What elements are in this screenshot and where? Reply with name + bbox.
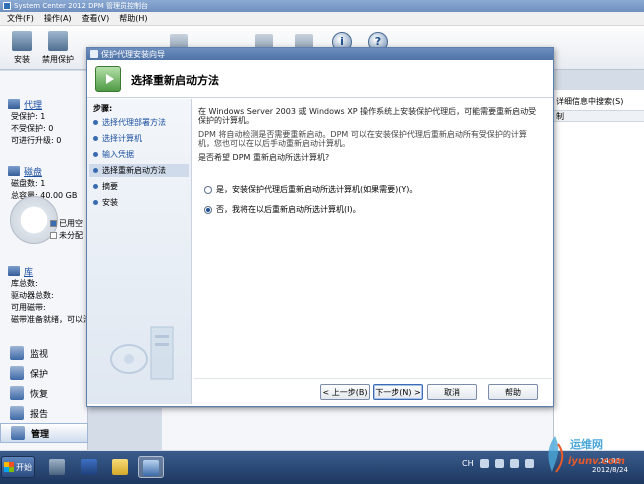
- library-available-tapes: 可用磁带:: [11, 303, 46, 312]
- legend-unallocated: 未分配: [50, 230, 83, 241]
- step-credentials[interactable]: 输入凭据: [93, 148, 191, 161]
- workspace-reporting[interactable]: 报告: [0, 403, 88, 423]
- network-icon[interactable]: [494, 459, 504, 468]
- keyboard-icon[interactable]: [479, 459, 489, 468]
- console-title: System Center 2012 DPM 管理员控制台: [14, 2, 149, 10]
- workspace-buttons: 监视 保护 恢复 报告 管理: [0, 343, 88, 443]
- wizard-logo-icon: [95, 66, 121, 92]
- clock[interactable]: 14:06 2012/8/24: [592, 457, 628, 475]
- menu-action[interactable]: 操作(A): [40, 13, 76, 24]
- servers-illustration-icon: [110, 326, 174, 380]
- option-restart-yes[interactable]: 是，安装保护代理后重新启动所选计算机(如果需要)(Y)。: [204, 184, 417, 195]
- step-summary: 摘要: [93, 180, 191, 193]
- dpm-console-icon: [143, 460, 159, 476]
- details-column-header[interactable]: 制: [554, 110, 644, 122]
- back-button[interactable]: < 上一步(B): [320, 384, 370, 400]
- wizard-title-bar: 保护代理安装向导: [87, 48, 553, 60]
- disks-link[interactable]: 磁盘: [0, 164, 88, 178]
- volume-icon[interactable]: [524, 459, 534, 468]
- next-button[interactable]: 下一步(N) >: [373, 384, 423, 400]
- library-drives: 驱动器总数:: [11, 291, 54, 300]
- dpm-app-icon: [3, 2, 11, 10]
- recovery-icon: [10, 386, 24, 400]
- step-restart-method[interactable]: 选择重新启动方法: [89, 164, 189, 177]
- taskbar-powershell[interactable]: [76, 456, 102, 478]
- intro-text: 在 Windows Server 2003 或 Windows XP 操作系统上…: [198, 107, 537, 125]
- step-select-computers[interactable]: 选择计算机: [93, 132, 191, 145]
- library-cleaning-tapes: 磁带准备就绪，可以清: [11, 315, 88, 324]
- monitor-icon: [10, 346, 24, 360]
- install-icon: [12, 31, 32, 51]
- disable-protection-icon: [48, 31, 68, 51]
- taskbar: 开始 CH 14:06 2012/8/24: [0, 451, 644, 484]
- taskbar-dpm-console[interactable]: [138, 456, 164, 478]
- step-install: 安装: [93, 196, 191, 209]
- agents-protected: 受保护: 1: [11, 112, 46, 121]
- wizard-content: 在 Windows Server 2003 或 Windows XP 操作系统上…: [194, 103, 550, 378]
- powershell-icon: [81, 459, 97, 475]
- menu-help[interactable]: 帮助(H): [115, 13, 151, 24]
- taskbar-server-manager[interactable]: [44, 456, 70, 478]
- console-title-bar: System Center 2012 DPM 管理员控制台: [0, 0, 644, 12]
- flag-notification-icon[interactable]: [509, 459, 519, 468]
- step-deployment-method[interactable]: 选择代理部署方法: [93, 116, 191, 129]
- wizard-app-icon: [90, 50, 98, 58]
- menu-bar: 文件(F) 操作(A) 查看(V) 帮助(H): [0, 12, 644, 26]
- agents-upgradeable: 可进行升级: 0: [11, 136, 62, 145]
- workspace-management[interactable]: 管理: [0, 423, 88, 443]
- workspace-recovery[interactable]: 恢复: [0, 383, 88, 403]
- legend-used: 已用空: [50, 218, 83, 229]
- radio-no[interactable]: [204, 205, 212, 214]
- library-total: 库总数:: [11, 279, 38, 288]
- report-icon: [10, 406, 24, 420]
- menu-view[interactable]: 查看(V): [78, 13, 114, 24]
- wizard-page-title: 选择重新启动方法: [131, 74, 219, 87]
- wizard-header: 选择重新启动方法: [87, 60, 553, 98]
- workspace-protection[interactable]: 保护: [0, 363, 88, 383]
- agents-unprotected: 不受保护: 0: [11, 124, 54, 133]
- wizard-button-bar: < 上一步(B) 下一步(N) > 取消 帮助: [194, 378, 552, 404]
- option-restart-no[interactable]: 否，我将在以后重新启动所选计算机(I)。: [204, 204, 361, 215]
- disks-section: 磁盘 磁盘数: 1 总容量: 40.00 GB 已用空 未分配: [0, 164, 88, 254]
- cancel-button[interactable]: 取消: [427, 384, 477, 400]
- start-button[interactable]: 开始: [1, 456, 35, 478]
- wizard-title: 保护代理安装向导: [101, 49, 165, 59]
- workspace-monitoring[interactable]: 监视: [0, 343, 88, 363]
- agents-icon: [8, 99, 20, 109]
- library-icon: [8, 266, 20, 276]
- server-manager-icon: [49, 459, 65, 475]
- shield-icon: [10, 366, 24, 380]
- protection-agent-wizard: 保护代理安装向导 选择重新启动方法 步骤: 选择代理部署方法 选择计算机 输入凭…: [86, 47, 554, 407]
- details-search-label[interactable]: 详细信息中搜索(S): [556, 96, 623, 107]
- library-section: 库 库总数: 驱动器总数: 可用磁带: 磁带准备就绪，可以清: [0, 264, 88, 326]
- steps-title: 步骤:: [93, 104, 113, 113]
- management-icon: [11, 426, 25, 440]
- menu-file[interactable]: 文件(F): [3, 13, 38, 24]
- help-button[interactable]: 帮助: [488, 384, 538, 400]
- restart-question: 是否希望 DPM 重新启动所选计算机?: [198, 153, 330, 162]
- windows-flag-icon: [4, 462, 14, 472]
- library-link[interactable]: 库: [0, 264, 88, 278]
- language-indicator[interactable]: CH: [462, 459, 474, 468]
- console-content-area: [162, 408, 553, 450]
- folder-icon: [112, 459, 128, 475]
- system-tray: CH: [462, 459, 534, 468]
- taskbar-explorer[interactable]: [107, 456, 133, 478]
- disk-icon: [8, 166, 20, 176]
- navigation-pane: 代理 受保护: 1 不受保护: 0 可进行升级: 0 磁盘 磁盘数: 1 总容量…: [0, 71, 88, 450]
- wizard-steps-panel: 步骤: 选择代理部署方法 选择计算机 输入凭据 选择重新启动方法 摘要 安装: [87, 99, 192, 404]
- detection-text: DPM 将自动检测是否需要重新启动。DPM 可以在安装保护代理后重新启动所有受保…: [198, 130, 527, 148]
- disk-count: 磁盘数: 1: [11, 179, 46, 188]
- agents-section: 代理 受保护: 1 不受保护: 0 可进行升级: 0: [0, 97, 88, 147]
- disable-protection-button[interactable]: 禁用保护: [36, 29, 80, 65]
- details-pane: 详细信息中搜索(S) 制: [553, 90, 644, 450]
- radio-yes[interactable]: [204, 185, 212, 194]
- agents-link[interactable]: 代理: [0, 97, 88, 111]
